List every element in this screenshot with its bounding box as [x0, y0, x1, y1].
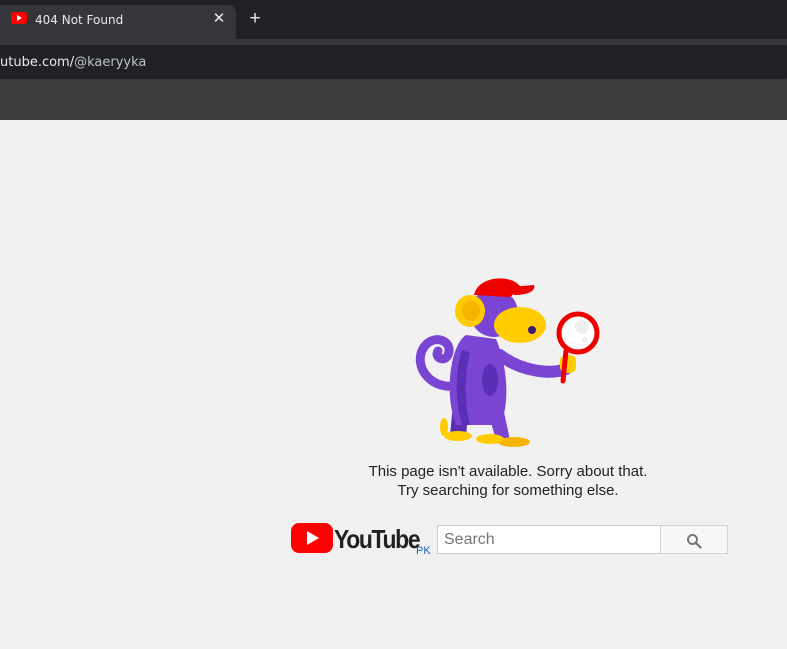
- search-icon: [687, 534, 702, 549]
- country-code: PK: [416, 545, 431, 557]
- url-path: @kaeryyka: [74, 55, 147, 70]
- error-suggestion: Try searching for something else.: [397, 482, 619, 499]
- page-content: This page isn't available. Sorry about t…: [0, 120, 787, 649]
- error-message: This page isn't available. Sorry about t…: [368, 463, 648, 480]
- url-host: utube.com/: [0, 55, 75, 70]
- youtube-logo-icon[interactable]: [291, 523, 333, 553]
- youtube-wordmark[interactable]: YouTube: [334, 524, 421, 555]
- url-text[interactable]: utube.com/@kaeryyka: [0, 55, 146, 70]
- tab-title: 404 Not Found: [35, 13, 124, 27]
- tab-strip: 404 Not Found ✕ +: [0, 0, 787, 39]
- close-icon[interactable]: ✕: [211, 11, 227, 27]
- search-input[interactable]: [437, 525, 661, 554]
- youtube-favicon-icon: [11, 12, 27, 24]
- search-button[interactable]: [661, 525, 728, 554]
- bookmarks-bar: [0, 80, 787, 120]
- plus-icon[interactable]: +: [246, 9, 264, 28]
- monkey-illustration: [415, 278, 600, 447]
- browser-tab[interactable]: 404 Not Found ✕: [0, 5, 236, 39]
